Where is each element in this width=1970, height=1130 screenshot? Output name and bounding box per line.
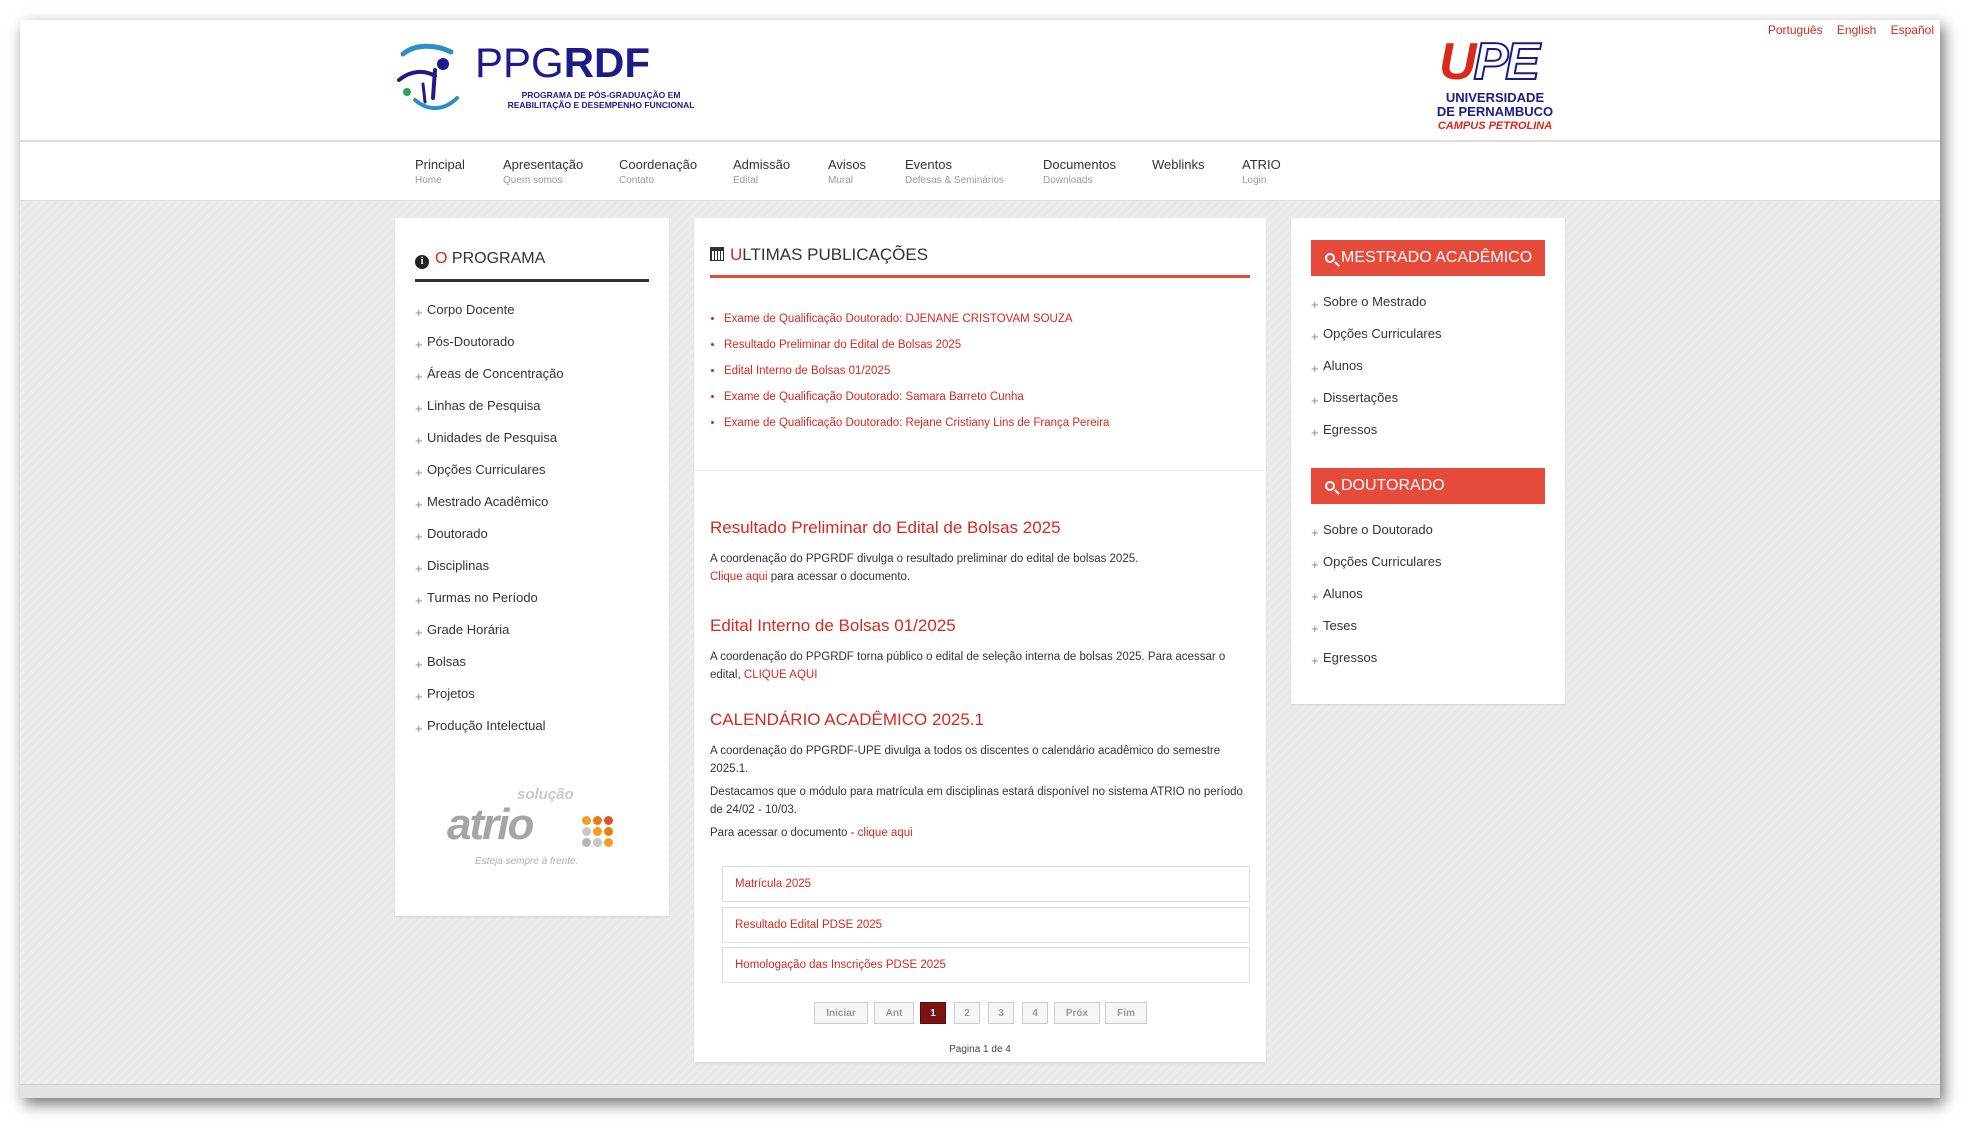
- nav-documentos[interactable]: Documentos Downloads: [1043, 157, 1116, 186]
- recent-item[interactable]: Exame de Qualificação Doutorado: Samara …: [724, 391, 1109, 417]
- mestrado-menu: + Sobre o Mestrado + Opções Curriculares +…: [1311, 294, 1442, 454]
- search-icon: [1325, 253, 1335, 263]
- nav-coordenacao[interactable]: Coordenação Contato: [619, 157, 697, 186]
- site-header: Português English Español PPGRDF PROGRAM…: [20, 20, 1940, 142]
- page-last-button[interactable]: Fim: [1105, 1002, 1147, 1024]
- page-next-button[interactable]: Próx: [1054, 1002, 1100, 1024]
- upe-name-line1: UNIVERSIDADE: [1445, 90, 1545, 105]
- programa-item-unidades[interactable]: + Unidades de Pesquisa: [415, 430, 564, 462]
- mestrado-item-egressos[interactable]: + Egressos: [1311, 422, 1442, 454]
- programa-item-areas[interactable]: + Áreas de Concentração: [415, 366, 564, 398]
- info-icon: i: [415, 255, 429, 269]
- atrio-logo[interactable]: solução atrio Esteja sempre à frente.: [447, 786, 627, 876]
- nav-admissao[interactable]: Admissão Edital: [733, 157, 790, 186]
- mestrado-item-alunos[interactable]: + Alunos: [1311, 358, 1442, 390]
- logo-title: PPGRDF: [475, 39, 651, 86]
- mestrado-item-sobre[interactable]: + Sobre o Mestrado: [1311, 294, 1442, 326]
- post-title-resultado[interactable]: Resultado Preliminar do Edital de Bolsas…: [710, 518, 1061, 538]
- logo-subtitle: PROGRAMA DE PÓS-GRADUAÇÃO EM REABILITAÇÃ…: [507, 90, 695, 110]
- nav-atrio[interactable]: ATRIO Login: [1242, 157, 1281, 186]
- programa-item-bolsas[interactable]: + Bolsas: [415, 654, 564, 686]
- post-text-edital: A coordenação do PPGRDF torna público o …: [710, 651, 1226, 681]
- programa-panel: iO PROGRAMA + Corpo Docente + Pós-Doutorad…: [395, 218, 669, 916]
- lang-portuguese[interactable]: Português: [1768, 23, 1823, 37]
- page-prev-button[interactable]: Ant: [874, 1002, 914, 1024]
- page-button-1[interactable]: 1: [920, 1002, 946, 1024]
- calendar-icon: [710, 247, 724, 261]
- lang-english[interactable]: English: [1837, 23, 1876, 37]
- nav-weblinks[interactable]: Weblinks: [1152, 157, 1205, 175]
- doutorado-menu: + Sobre o Doutorado + Opções Curriculares …: [1311, 522, 1442, 682]
- recent-item[interactable]: Edital Interno de Bolsas 01/2025: [724, 365, 1109, 391]
- recent-item[interactable]: Exame de Qualificação Doutorado: DJENANE…: [724, 313, 1109, 339]
- pagination-status: Pagina 1 de 4: [949, 1044, 1011, 1055]
- post-text-calendario: A coordenação do PPGRDF-UPE divulga a to…: [710, 745, 1243, 839]
- attachment-homologacao-pdse[interactable]: Homologação das Inscrições PDSE 2025: [722, 947, 1250, 983]
- page-first-button[interactable]: Iniciar: [814, 1002, 868, 1024]
- mestrado-header[interactable]: MESTRADO ACADÊMICO: [1311, 240, 1545, 276]
- upe-name-line2: DE PERNAMBUCO: [1436, 104, 1554, 119]
- programa-item-linhas[interactable]: + Linhas de Pesquisa: [415, 398, 564, 430]
- footer-bar: [20, 1084, 1940, 1098]
- nav-apresentacao[interactable]: Apresentação Quem somos: [503, 157, 583, 186]
- programa-item-disciplinas[interactable]: + Disciplinas: [415, 558, 564, 590]
- recent-item[interactable]: Exame de Qualificação Doutorado: Rejane …: [724, 417, 1109, 443]
- programa-item-pos-doutorado[interactable]: + Pós-Doutorado: [415, 334, 564, 366]
- programa-item-mestrado[interactable]: + Mestrado Acadêmico: [415, 494, 564, 526]
- doutorado-item-egressos[interactable]: + Egressos: [1311, 650, 1442, 682]
- recent-item[interactable]: Resultado Preliminar do Edital de Bolsas…: [724, 339, 1109, 365]
- page-button-2[interactable]: 2: [954, 1002, 980, 1024]
- doutorado-header[interactable]: DOUTORADO: [1311, 468, 1545, 504]
- attachment-matricula[interactable]: Matrícula 2025: [722, 866, 1250, 902]
- programa-menu: + Corpo Docente + Pós-Doutorado + Áreas de …: [415, 302, 564, 750]
- figure-logo-icon: [397, 43, 459, 110]
- clique-aqui-link[interactable]: Clique aqui: [710, 571, 768, 583]
- post-title-calendario[interactable]: CALENDÁRIO ACADÊMICO 2025.1: [710, 710, 984, 730]
- programa-item-corpo-docente[interactable]: + Corpo Docente: [415, 302, 564, 334]
- lang-spanish[interactable]: Español: [1891, 23, 1934, 37]
- language-switcher: Português English Español: [1757, 23, 1934, 37]
- ppgrdf-logo[interactable]: PPGRDF PROGRAMA DE PÓS-GRADUAÇÃO EM REAB…: [395, 38, 755, 118]
- search-icon: [1325, 481, 1335, 491]
- upe-mark: UPE: [1439, 33, 1541, 91]
- cursos-panel: MESTRADO ACADÊMICO + Sobre o Mestrado + Op…: [1291, 218, 1565, 704]
- clique-aqui-edital-link[interactable]: CLIQUE AQUI: [744, 669, 818, 681]
- publicacoes-title: ULTIMAS PUBLICAÇÕES: [710, 245, 1250, 278]
- programa-item-producao[interactable]: + Produção Intelectual: [415, 718, 564, 750]
- post-title-edital[interactable]: Edital Interno de Bolsas 01/2025: [710, 616, 956, 636]
- programa-item-turmas[interactable]: + Turmas no Período: [415, 590, 564, 622]
- mestrado-item-dissertacoes[interactable]: + Dissertações: [1311, 390, 1442, 422]
- doutorado-item-sobre[interactable]: + Sobre o Doutorado: [1311, 522, 1442, 554]
- doutorado-item-teses[interactable]: + Teses: [1311, 618, 1442, 650]
- programa-item-doutorado[interactable]: + Doutorado: [415, 526, 564, 558]
- attachment-resultado-pdse[interactable]: Resultado Edital PDSE 2025: [722, 907, 1250, 943]
- divider: [694, 470, 1266, 471]
- programa-item-grade[interactable]: + Grade Horária: [415, 622, 564, 654]
- atrio-dots-icon: [582, 816, 622, 848]
- clique-aqui-calendario-link[interactable]: clique aqui: [858, 827, 913, 839]
- page-button-3[interactable]: 3: [988, 1002, 1014, 1024]
- nav-avisos[interactable]: Avisos Mural: [828, 157, 866, 186]
- upe-campus: CAMPUS PETROLINA: [1437, 120, 1553, 132]
- page-button-4[interactable]: 4: [1022, 1002, 1048, 1024]
- browser-page: Português English Español PPGRDF PROGRAM…: [20, 20, 1940, 1098]
- mestrado-item-opcoes[interactable]: + Opções Curriculares: [1311, 326, 1442, 358]
- publicacoes-panel: ULTIMAS PUBLICAÇÕES Exame de Qualificaçã…: [694, 218, 1266, 1062]
- post-text-resultado: A coordenação do PPGRDF divulga o result…: [710, 553, 1139, 583]
- programa-title: iO PROGRAMA: [415, 250, 649, 282]
- main-nav: Principal Home Apresentação Quem somos Coo…: [20, 142, 1940, 201]
- programa-item-opcoes[interactable]: + Opções Curriculares: [415, 462, 564, 494]
- programa-item-projetos[interactable]: + Projetos: [415, 686, 564, 718]
- doutorado-item-alunos[interactable]: + Alunos: [1311, 586, 1442, 618]
- recent-publications: Exame de Qualificação Doutorado: DJENANE…: [710, 313, 1109, 443]
- nav-principal[interactable]: Principal Home: [415, 157, 465, 186]
- nav-eventos[interactable]: Eventos Defesas & Seminários: [905, 157, 1004, 186]
- upe-logo[interactable]: UPE UNIVERSIDADE DE PERNAMBUCO CAMPUS PE…: [1425, 33, 1555, 138]
- doutorado-item-opcoes[interactable]: + Opções Curriculares: [1311, 554, 1442, 586]
